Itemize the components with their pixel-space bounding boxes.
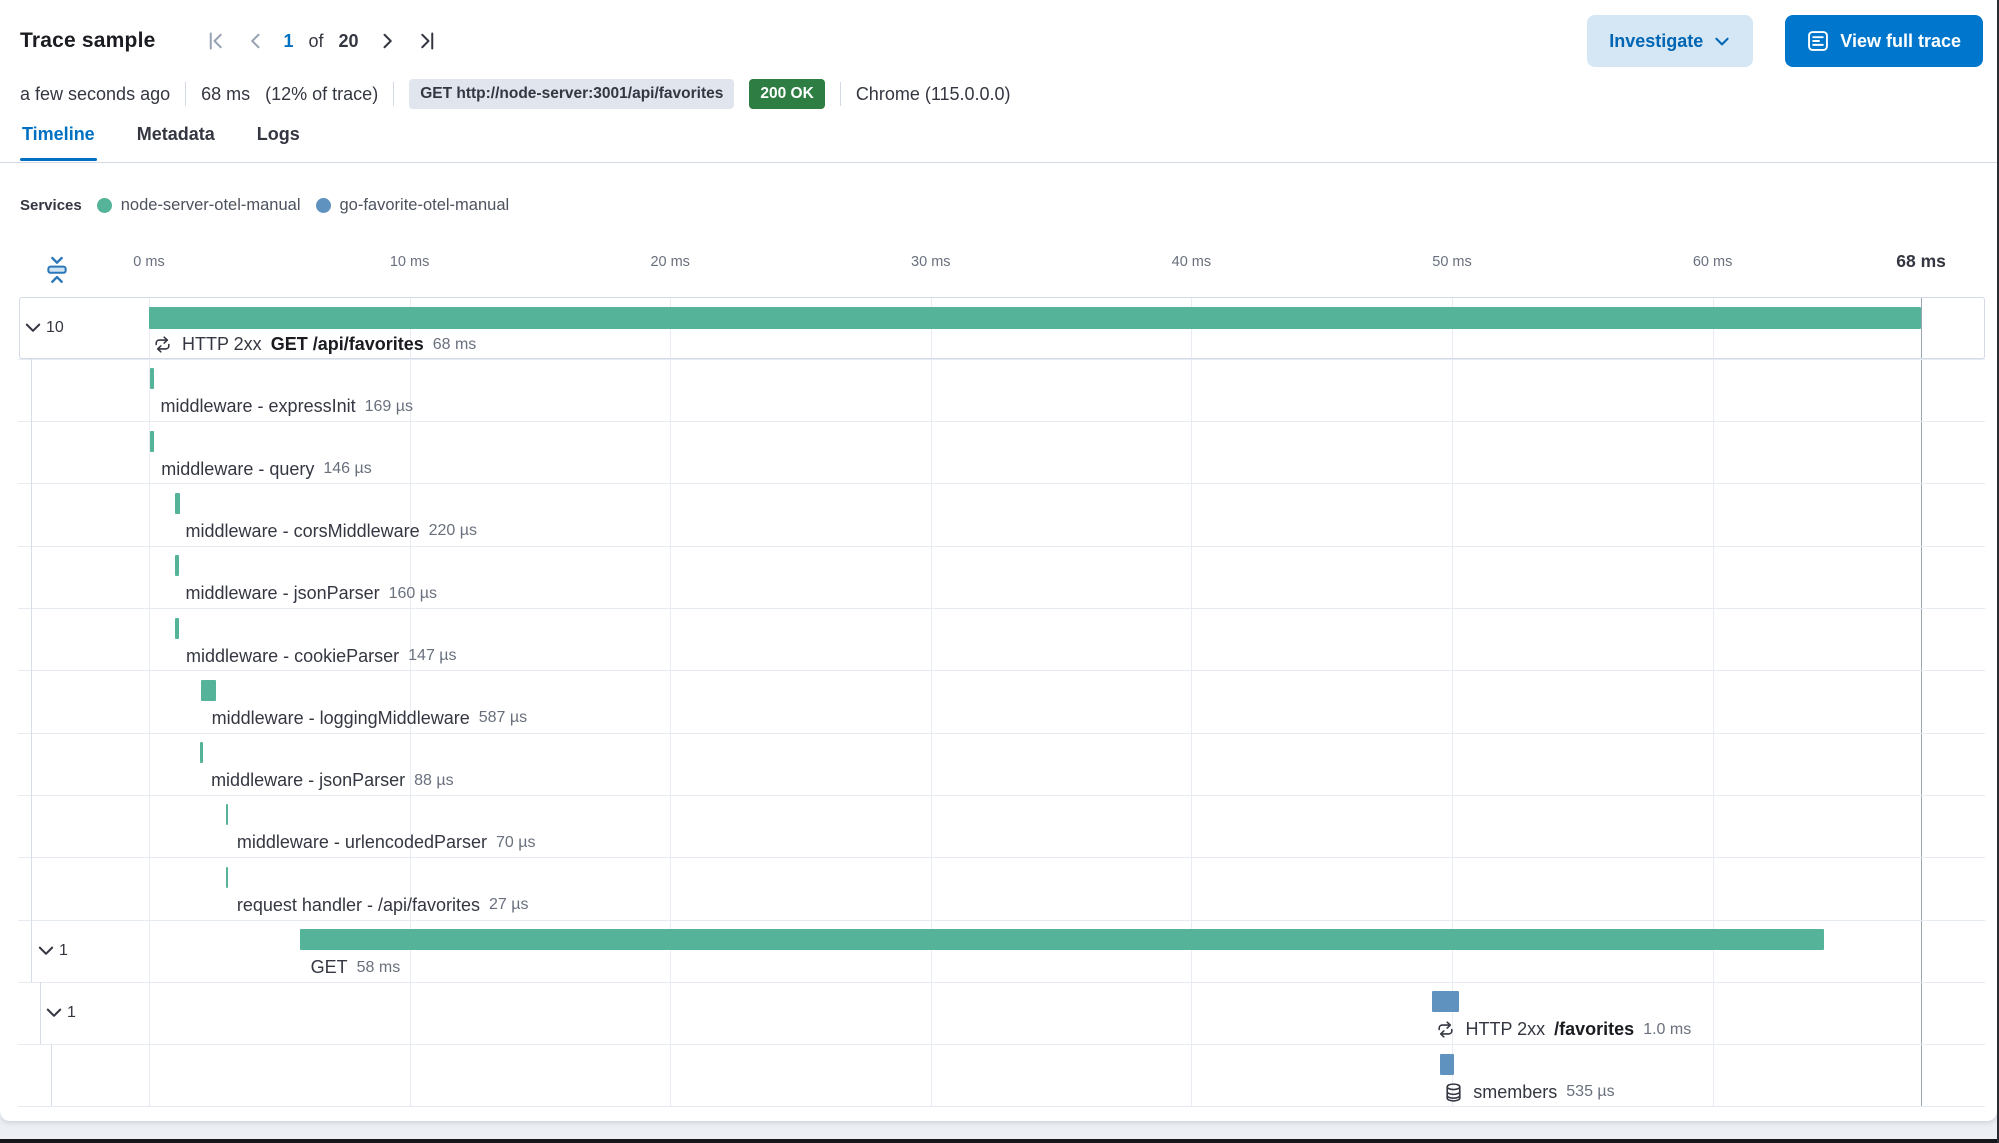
accordion-chevron-down-icon [25, 323, 41, 332]
waterfall-bar-span-middleware-urlencodedparser[interactable] [225, 804, 229, 826]
waterfall-bar-span-get[interactable] [299, 929, 1825, 950]
span-title: /favorites [1554, 1019, 1635, 1040]
span-label: middleware - jsonParser [185, 583, 380, 604]
span-label: middleware - jsonParser [211, 770, 406, 791]
axis-tick-label: 60 ms [1692, 254, 1733, 270]
waterfall-bar-span-middleware-jsonparser-1[interactable] [174, 555, 179, 577]
span-duration: 70 µs [496, 833, 536, 851]
span-result-label: HTTP 2xx [182, 334, 262, 354]
axis-tick-label: 10 ms [389, 254, 430, 270]
waterfall-label-span-middleware-cookieparser[interactable]: middleware - cookieParser 147 µs [186, 643, 456, 669]
waterfall-bar-span-smembers[interactable] [1440, 1053, 1455, 1075]
axis-gridline [670, 296, 672, 1107]
span-label: middleware - query [161, 458, 315, 479]
span-duration: 1.0 ms [1643, 1020, 1692, 1038]
waterfall-label-span-middleware-expressinit[interactable]: middleware - expressInit 169 µs [161, 394, 413, 420]
waterfall-label-transaction-favorites[interactable]: HTTP 2xx/favorites 1.0 ms [1435, 1017, 1691, 1043]
waterfall-label-span-request-handler[interactable]: request handler - /api/favorites 27 µs [237, 892, 529, 918]
accordion-toggle-transaction-get-api-favorites[interactable]: 10 [24, 319, 64, 337]
accordion-guide-line [30, 358, 32, 982]
waterfall-bar-span-middleware-jsonparser-2[interactable] [200, 742, 203, 764]
waterfall-label-span-get[interactable]: GET 58 ms [311, 955, 401, 981]
axis-tick-label: 40 ms [1171, 254, 1212, 270]
span-label: middleware - corsMiddleware [185, 520, 420, 541]
row-separator [18, 794, 1985, 796]
axis-tick-label: 30 ms [911, 254, 951, 270]
span-label: request handler - /api/favorites [236, 894, 481, 915]
row-separator [18, 358, 1985, 360]
span-result-label: HTTP 2xx [1465, 1019, 1546, 1040]
window-bottom-edge [0, 1139, 1999, 1143]
span-title: GET /api/favorites [270, 334, 424, 354]
span-duration: 68 ms [432, 335, 477, 353]
row-separator [18, 670, 1985, 672]
row-separator [18, 483, 1985, 485]
database-icon [1446, 1082, 1461, 1102]
waterfall-bar-span-middleware-cookieparser[interactable] [175, 617, 179, 639]
axis-end-gridline [1921, 296, 1923, 1107]
axis-gridline [930, 296, 932, 1107]
waterfall-bar-span-request-handler[interactable] [225, 866, 229, 888]
span-duration: 169 µs [364, 397, 413, 415]
waterfall-bar-span-middleware-loggingmiddleware[interactable] [200, 679, 216, 701]
row-separator [18, 1106, 1985, 1108]
span-label: middleware - cookieParser [186, 645, 400, 666]
row-separator [18, 1044, 1985, 1046]
row-separator [18, 545, 1985, 547]
axis-tick-label: 20 ms [650, 254, 690, 270]
waterfall-label-span-middleware-urlencodedparser[interactable]: middleware - urlencodedParser 70 µs [237, 830, 536, 856]
accordion-toggle-span-get[interactable]: 1 [37, 942, 68, 960]
accordion-guide-line [40, 981, 41, 1045]
waterfall-label-transaction-get-api-favorites[interactable]: HTTP 2xx GET /api/favorites 68 ms [152, 332, 476, 358]
accordion-chevron-down-icon [46, 1008, 62, 1017]
accordion-guide-line [51, 1044, 52, 1107]
span-duration: 220 µs [428, 522, 477, 540]
accordion-toggle-transaction-favorites[interactable]: 1 [45, 1004, 76, 1022]
span-duration: 160 µs [388, 584, 437, 602]
accordion-chevron-down-icon [38, 946, 54, 955]
row-separator [18, 421, 1985, 423]
axis-gridline [149, 296, 150, 1107]
axis-gridline [1191, 296, 1193, 1107]
span-label: GET [310, 957, 348, 977]
waterfall-label-span-smembers[interactable]: smembers 535 µs [1443, 1079, 1615, 1105]
row-separator [18, 919, 1985, 921]
span-duration: 587 µs [478, 709, 528, 727]
waterfall-bar-transaction-favorites[interactable] [1432, 991, 1459, 1013]
waterfall-label-span-middleware-jsonparser-1[interactable]: middleware - jsonParser 160 µs [186, 581, 437, 607]
waterfall-bar-span-middleware-corsmiddleware[interactable] [174, 492, 181, 514]
waterfall-label-span-middleware-loggingmiddleware[interactable]: middleware - loggingMiddleware 587 µs [212, 705, 528, 731]
span-label: smembers [1473, 1081, 1558, 1102]
row-separator [18, 857, 1985, 859]
accordion-child-count: 10 [46, 318, 64, 336]
waterfall-bar-span-middleware-query[interactable] [150, 430, 155, 452]
span-duration: 58 ms [356, 958, 401, 976]
accordion-child-count: 1 [59, 941, 68, 959]
http-request-icon [1438, 1021, 1454, 1038]
accordion-child-count: 1 [67, 1003, 76, 1021]
span-duration: 535 µs [1566, 1083, 1615, 1101]
http-request-icon [155, 336, 170, 353]
row-separator [18, 732, 1985, 734]
waterfall-label-span-middleware-query[interactable]: middleware - query 146 µs [161, 456, 371, 482]
waterfall-bar-transaction-get-api-favorites[interactable] [149, 306, 1922, 329]
axis-end-tick-label: 68 ms [1896, 251, 1946, 271]
waterfall-label-span-middleware-jsonparser-2[interactable]: middleware - jsonParser 88 µs [211, 768, 454, 794]
span-label: middleware - expressInit [160, 396, 356, 417]
row-separator [18, 608, 1985, 609]
row-separator [18, 981, 1985, 983]
span-label: middleware - urlencodedParser [236, 832, 487, 853]
axis-gridline [1712, 296, 1714, 1107]
span-duration: 146 µs [323, 460, 372, 478]
span-duration: 147 µs [408, 647, 457, 664]
span-duration: 27 µs [489, 896, 529, 914]
span-label: middleware - loggingMiddleware [211, 707, 470, 728]
waterfall-bar-span-middleware-expressinit[interactable] [149, 368, 154, 390]
axis-tick-label: 0 ms [133, 254, 165, 270]
axis-gridline [1452, 296, 1453, 1107]
waterfall-canvas: 0 ms 10 ms 20 ms 30 ms 40 ms 50 ms 60 ms 68 ms … [0, 0, 1999, 1143]
waterfall-label-span-middleware-corsmiddleware[interactable]: middleware - corsMiddleware 220 µs [186, 518, 477, 544]
span-duration: 88 µs [414, 771, 454, 789]
axis-tick-label: 50 ms [1432, 254, 1472, 270]
